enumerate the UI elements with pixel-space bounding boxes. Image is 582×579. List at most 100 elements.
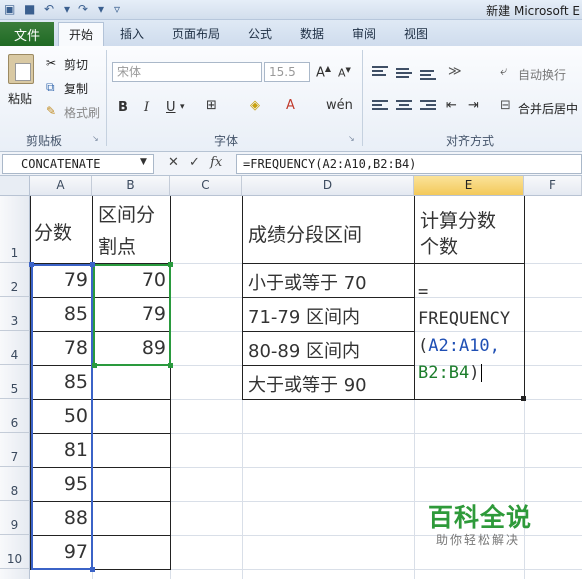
top-align-icon[interactable]: [372, 66, 388, 78]
cell-d3[interactable]: 71-79 区间内: [248, 303, 360, 329]
formula-input[interactable]: =FREQUENCY(A2:A10,B2:B4): [236, 154, 582, 174]
bottom-align-icon[interactable]: [420, 70, 436, 82]
worksheet-grid[interactable]: A B C D E F 1 2 3 4 5 6 7 8 9 10 分数 区间分 …: [0, 176, 582, 579]
tab-file[interactable]: 文件: [0, 22, 54, 46]
paste-icon[interactable]: [8, 54, 34, 84]
range-handle[interactable]: [90, 262, 95, 267]
row-header-11-partial[interactable]: [0, 569, 30, 579]
wrap-text-icon[interactable]: ⤶: [500, 64, 507, 79]
merge-center-icon[interactable]: ⊟: [500, 98, 511, 113]
insert-function-button[interactable]: fx: [210, 155, 222, 170]
dialog-launcher-icon[interactable]: ↘: [348, 134, 355, 143]
redo-dropdown-icon[interactable]: ▾: [98, 2, 104, 16]
tab-insert[interactable]: 插入: [120, 25, 144, 42]
orientation-icon[interactable]: ≫: [448, 64, 462, 79]
increase-indent-icon[interactable]: ⇥: [468, 98, 479, 113]
row-header-10[interactable]: 10: [0, 535, 30, 569]
cell-d1[interactable]: 成绩分段区间: [248, 220, 362, 247]
row-header-4[interactable]: 4: [0, 331, 30, 365]
enter-icon[interactable]: ✓: [189, 155, 200, 170]
cell-a4[interactable]: 78: [31, 337, 92, 359]
paste-button[interactable]: 粘贴: [8, 90, 32, 107]
tab-page-layout[interactable]: 页面布局: [172, 25, 220, 42]
cut-button[interactable]: 剪切: [64, 56, 88, 73]
name-box[interactable]: CONCATENATE: [2, 154, 154, 174]
column-header-f[interactable]: F: [524, 176, 582, 196]
copy-button[interactable]: 复制: [64, 80, 88, 97]
column-header-d[interactable]: D: [242, 176, 414, 196]
cell-b4[interactable]: 89: [93, 337, 170, 359]
format-painter-button[interactable]: 格式刷: [64, 104, 100, 121]
tab-view[interactable]: 视图: [404, 25, 428, 42]
copy-icon[interactable]: ⧉: [46, 80, 55, 95]
column-header-a[interactable]: A: [30, 176, 92, 196]
phonetic-icon[interactable]: wén: [326, 98, 353, 113]
range-handle[interactable]: [168, 262, 173, 267]
select-all-corner[interactable]: [0, 176, 30, 196]
undo-icon[interactable]: ↶: [44, 2, 54, 16]
range-handle[interactable]: [90, 567, 95, 572]
font-color-icon[interactable]: A: [286, 98, 295, 113]
fill-handle[interactable]: [521, 396, 526, 401]
row-header-3[interactable]: 3: [0, 297, 30, 331]
range-handle[interactable]: [168, 363, 173, 368]
row-header-8[interactable]: 8: [0, 467, 30, 501]
cell-e1-line1[interactable]: 计算分数: [420, 206, 496, 233]
column-header-e[interactable]: E: [414, 176, 524, 196]
merge-center-button[interactable]: 合并后居中: [518, 100, 578, 117]
cell-a9[interactable]: 88: [31, 507, 92, 529]
shrink-font-icon[interactable]: A▼: [338, 66, 351, 80]
cancel-icon[interactable]: ✕: [168, 155, 179, 170]
redo-icon[interactable]: ↷: [78, 2, 88, 16]
range-handle[interactable]: [29, 262, 34, 267]
range-handle[interactable]: [92, 363, 97, 368]
cell-e1-line2[interactable]: 个数: [420, 232, 458, 259]
cell-b1-line2[interactable]: 割点: [98, 232, 136, 259]
font-size-combo[interactable]: 15.5: [264, 62, 310, 82]
grow-font-icon[interactable]: A▲: [316, 64, 331, 80]
cell-a7[interactable]: 81: [31, 439, 92, 461]
align-left-icon[interactable]: [372, 100, 388, 112]
row-header-1[interactable]: 1: [0, 196, 30, 263]
row-header-5[interactable]: 5: [0, 365, 30, 399]
row-header-7[interactable]: 7: [0, 433, 30, 467]
tab-review[interactable]: 审阅: [352, 25, 376, 42]
border-icon[interactable]: ⊞: [206, 98, 217, 113]
fill-color-icon[interactable]: ◈: [250, 98, 260, 113]
tab-home[interactable]: 开始: [58, 22, 104, 46]
cell-a2[interactable]: 79: [31, 269, 92, 291]
cut-icon[interactable]: ✂: [46, 56, 56, 70]
cell-a6[interactable]: 50: [31, 405, 92, 427]
italic-button[interactable]: I: [144, 100, 149, 115]
underline-dropdown-icon[interactable]: ▾: [180, 102, 185, 112]
cell-a8[interactable]: 95: [31, 473, 92, 495]
cell-d4[interactable]: 80-89 区间内: [248, 337, 360, 363]
column-header-b[interactable]: B: [92, 176, 170, 196]
column-header-c[interactable]: C: [170, 176, 242, 196]
row-header-2[interactable]: 2: [0, 263, 30, 297]
font-name-combo[interactable]: 宋体: [112, 62, 262, 82]
tab-data[interactable]: 数据: [300, 25, 324, 42]
cell-d5[interactable]: 大于或等于 90: [248, 371, 367, 397]
align-center-icon[interactable]: [396, 100, 412, 112]
cell-a3[interactable]: 85: [31, 303, 92, 325]
cell-d2[interactable]: 小于或等于 70: [248, 269, 367, 295]
cell-b1-line1[interactable]: 区间分: [98, 200, 155, 227]
row-header-6[interactable]: 6: [0, 399, 30, 433]
undo-dropdown-icon[interactable]: ▾: [64, 2, 70, 16]
tab-formulas[interactable]: 公式: [248, 25, 272, 42]
cell-b3[interactable]: 79: [93, 303, 170, 325]
row-header-9[interactable]: 9: [0, 501, 30, 535]
format-painter-icon[interactable]: ✎: [46, 104, 56, 118]
middle-align-icon[interactable]: [396, 68, 412, 80]
save-icon[interactable]: ■: [24, 2, 35, 16]
align-right-icon[interactable]: [420, 100, 436, 112]
bold-button[interactable]: B: [118, 100, 128, 115]
cell-a5[interactable]: 85: [31, 371, 92, 393]
cell-a10[interactable]: 97: [31, 541, 92, 563]
dialog-launcher-icon[interactable]: ↘: [92, 134, 99, 143]
cell-b2[interactable]: 70: [93, 269, 170, 291]
cell-a1[interactable]: 分数: [34, 218, 72, 245]
wrap-text-button[interactable]: 自动换行: [518, 66, 566, 83]
decrease-indent-icon[interactable]: ⇤: [446, 98, 457, 113]
